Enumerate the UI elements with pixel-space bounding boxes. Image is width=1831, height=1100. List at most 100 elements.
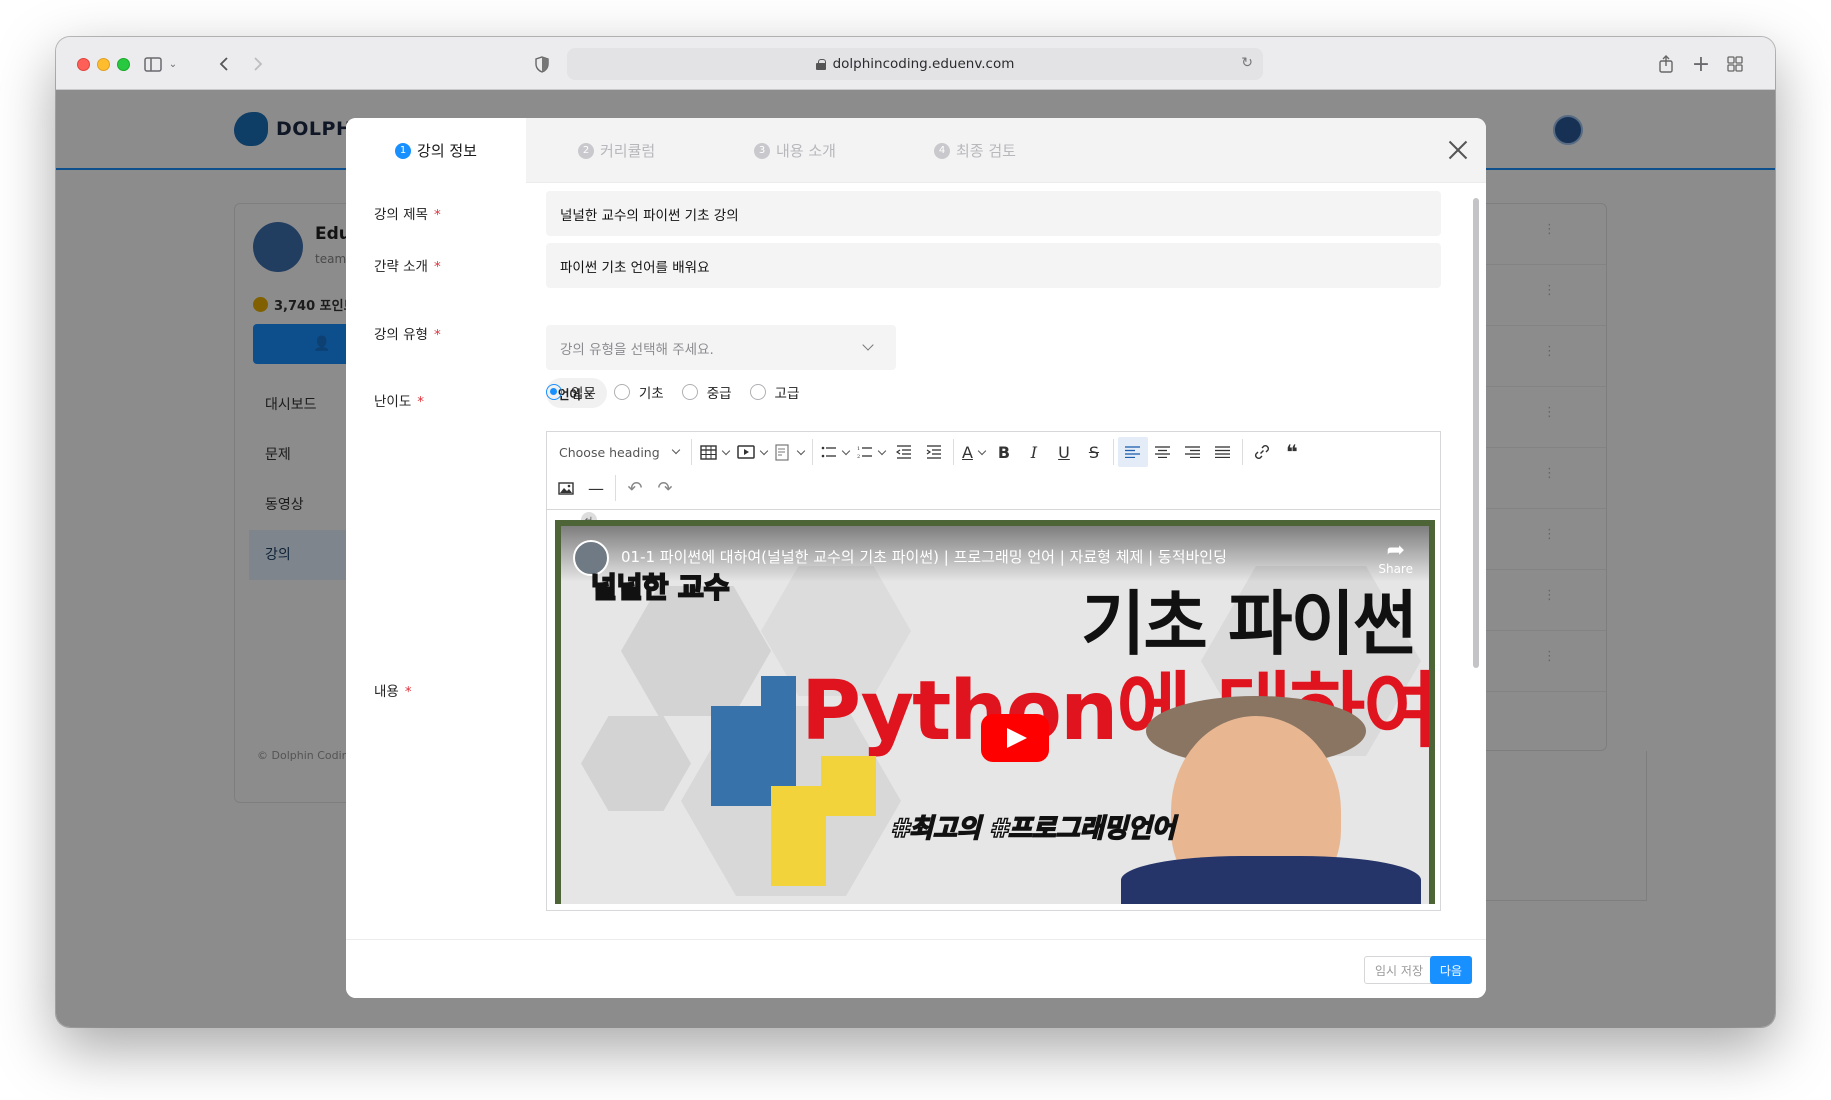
- youtube-embed[interactable]: 기초 파이썬 Python에 대하여 #최고의 #프로그래밍언어 널널한 교수 …: [555, 520, 1435, 904]
- content-label: 내용 *: [374, 684, 412, 700]
- close-icon[interactable]: [1446, 138, 1470, 162]
- share-arrow-icon: ➦: [1386, 538, 1405, 563]
- url-text: dolphincoding.eduenv.com: [832, 56, 1015, 72]
- html-embed-icon[interactable]: [771, 437, 808, 467]
- image-icon[interactable]: [551, 473, 581, 503]
- youtube-play-icon[interactable]: [981, 714, 1049, 762]
- radio-dot: [681, 384, 698, 400]
- undo-icon[interactable]: ↶: [620, 473, 650, 503]
- step-label: 강의 정보: [417, 142, 477, 160]
- editor-toolbar: Choose heading 1 2 A B I U S ❝ — ↶ ↷: [547, 432, 1440, 510]
- radio-dot: [613, 384, 630, 400]
- video-thumbnail: 기초 파이썬 Python에 대하여 #최고의 #프로그래밍언어 널널한 교수 …: [561, 526, 1429, 904]
- title-input-value: 널널한 교수의 파이썬 기초 강의: [560, 207, 739, 224]
- sidebar-toggle-icon[interactable]: [142, 51, 164, 77]
- step-label: 최종 검토: [956, 142, 1016, 160]
- modal-footer: 임시 저장 다음: [346, 939, 1486, 998]
- thumbnail-brand: 널널한 교수: [590, 570, 731, 605]
- svg-text:1: 1: [857, 446, 860, 452]
- step-number: 3: [754, 142, 770, 159]
- video-share-button[interactable]: ➦ Share: [1378, 538, 1413, 577]
- new-tab-icon[interactable]: +: [1690, 51, 1712, 77]
- step-tab-curriculum[interactable]: 2 커리큘럼: [578, 118, 655, 183]
- level-radio-basic[interactable]: 기초: [613, 382, 664, 402]
- python-logo: [711, 676, 881, 886]
- video-title[interactable]: 01-1 파이썬에 대하여(널널한 교수의 기초 파이썬) | 프로그래밍 언어…: [621, 546, 1227, 567]
- thumbnail-hashtags: #최고의 #프로그래밍언어: [890, 813, 1176, 845]
- level-radio-beginner[interactable]: 입문: [546, 382, 596, 402]
- redo-icon[interactable]: ↷: [650, 473, 680, 503]
- chevron-down-icon: [671, 445, 681, 455]
- radio-dot: [749, 384, 766, 400]
- level-radio-group: 입문 기초 중급 고급: [546, 382, 817, 402]
- step-number: 1: [395, 142, 412, 159]
- zoom-window-button[interactable]: [117, 58, 130, 71]
- step-tab-introduction[interactable]: 3 내용 소개: [754, 118, 836, 183]
- title-input[interactable]: 널널한 교수의 파이썬 기초 강의: [546, 191, 1441, 236]
- bold-icon[interactable]: B: [989, 437, 1019, 467]
- align-center-icon[interactable]: [1148, 437, 1178, 467]
- share-label: Share: [1378, 562, 1413, 576]
- link-icon[interactable]: [1247, 437, 1277, 467]
- horizontal-line-icon[interactable]: —: [581, 473, 611, 503]
- share-icon[interactable]: [1655, 51, 1677, 77]
- step-label: 커리큘럼: [600, 142, 656, 160]
- align-right-icon[interactable]: [1178, 437, 1208, 467]
- strikethrough-icon[interactable]: S: [1079, 437, 1109, 467]
- radio-label: 입문: [571, 386, 596, 402]
- rich-text-editor: Choose heading 1 2 A B I U S ❝ — ↶ ↷ 기초 …: [546, 431, 1441, 911]
- bulleted-list-icon[interactable]: [817, 437, 853, 467]
- table-icon[interactable]: [696, 437, 733, 467]
- step-label: 내용 소개: [776, 142, 836, 160]
- heading-select-label: Choose heading: [559, 444, 660, 460]
- font-color-icon[interactable]: A: [958, 437, 989, 467]
- step-tab-final-review[interactable]: 4 최종 검토: [934, 118, 1016, 183]
- modal-scrollbar[interactable]: [1473, 198, 1479, 668]
- italic-icon[interactable]: I: [1019, 437, 1049, 467]
- radio-label: 고급: [774, 386, 800, 402]
- align-left-icon[interactable]: [1117, 437, 1148, 467]
- svg-text:2: 2: [857, 454, 860, 459]
- step-number: 2: [578, 142, 594, 159]
- type-select-placeholder: 강의 유형을 선택해 주세요.: [560, 341, 714, 358]
- step-tabs: 1 강의 정보 2 커리큘럼 3 내용 소개 4 최종 검토: [346, 118, 1486, 183]
- next-button[interactable]: 다음: [1429, 956, 1472, 984]
- chevron-down-icon: [862, 339, 874, 351]
- level-radio-advanced[interactable]: 고급: [749, 382, 800, 402]
- blockquote-icon[interactable]: ❝: [1277, 437, 1307, 467]
- minimize-window-button[interactable]: [97, 58, 110, 71]
- sidebar-menu-chevron-icon[interactable]: ⌄: [166, 51, 180, 77]
- indent-icon[interactable]: [919, 437, 949, 467]
- reload-icon[interactable]: ↻: [1241, 55, 1253, 71]
- media-embed-icon[interactable]: [733, 437, 771, 467]
- step-tab-lecture-info[interactable]: 1 강의 정보: [346, 118, 526, 183]
- summary-label: 간략 소개 *: [374, 259, 441, 275]
- numbered-list-icon[interactable]: 12: [853, 437, 889, 467]
- summary-input-value: 파이썬 기초 언어를 배워요: [560, 259, 710, 276]
- close-window-button[interactable]: [77, 58, 90, 71]
- create-lecture-modal: 1 강의 정보 2 커리큘럼 3 내용 소개 4 최종 검토 강의 제목 * 널널…: [346, 118, 1486, 998]
- browser-titlebar: ⌄ dolphincoding.eduenv.com ↻ +: [56, 37, 1775, 90]
- heading-select[interactable]: Choose heading: [547, 437, 687, 467]
- level-label: 난이도 *: [374, 394, 425, 410]
- address-bar[interactable]: dolphincoding.eduenv.com ↻: [567, 48, 1263, 80]
- lecture-info-form: 강의 제목 * 널널한 교수의 파이썬 기초 강의 간략 소개 * 파이썬 기초 언…: [346, 183, 1466, 939]
- align-justify-icon[interactable]: [1208, 437, 1238, 467]
- step-number: 4: [934, 142, 950, 159]
- type-select[interactable]: 강의 유형을 선택해 주세요.: [546, 325, 896, 370]
- level-radio-intermediate[interactable]: 중급: [681, 382, 732, 402]
- radio-dot: [546, 384, 562, 400]
- type-label: 강의 유형 *: [374, 327, 441, 343]
- summary-input[interactable]: 파이썬 기초 언어를 배워요: [546, 243, 1441, 288]
- title-label: 강의 제목 *: [374, 207, 441, 223]
- forward-icon[interactable]: [248, 51, 268, 77]
- underline-icon[interactable]: U: [1049, 437, 1079, 467]
- save-draft-button[interactable]: 임시 저장: [1364, 956, 1434, 984]
- presenter-shirt: [1121, 856, 1421, 904]
- shield-icon[interactable]: [532, 51, 552, 77]
- tab-overview-icon[interactable]: [1724, 51, 1746, 77]
- outdent-icon[interactable]: [889, 437, 919, 467]
- radio-label: 중급: [706, 386, 732, 402]
- back-icon[interactable]: [214, 51, 234, 77]
- radio-label: 기초: [638, 386, 664, 402]
